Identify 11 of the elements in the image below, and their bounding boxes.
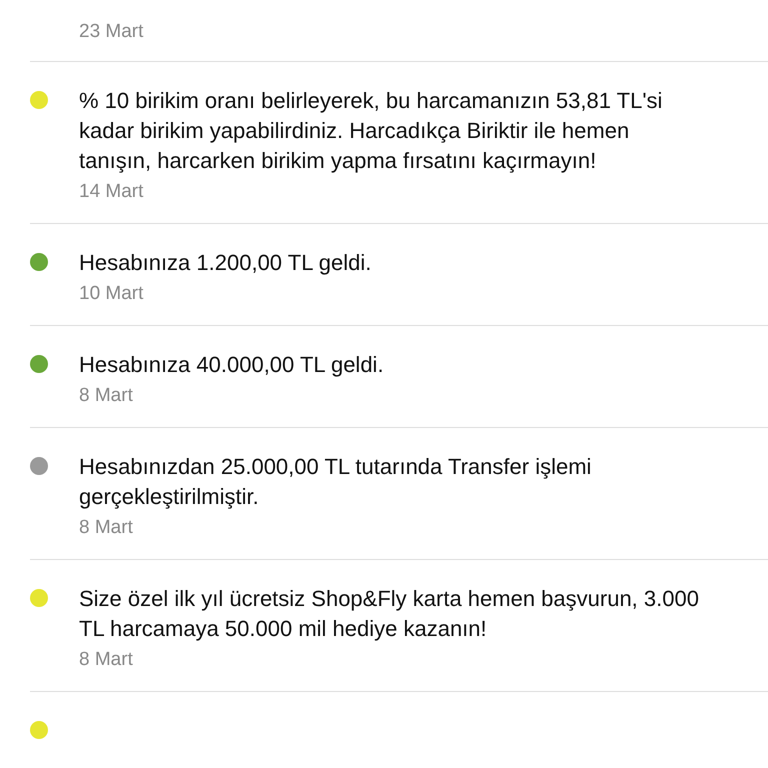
notification-message: Hesabınızdan 25.000,00 TL tutarında Transfer işlemi gerçekleştirilmiştir.	[79, 453, 592, 511]
notification-date: 8 Mart	[79, 517, 134, 539]
notification-message: Hesabınıza 40.000,00 TL geldi.	[79, 351, 385, 379]
notification-message: % 10 birikim oranı belirleyerek, bu harcamanızın 53,81 TL'si kadar birikim yapabilirdiniz. Harcadıkça Biriktir ile hemen tanışın, harcarken birikim yapma fırsatını kaçırmayın!	[79, 87, 664, 175]
notification-date: 14 Mart	[79, 181, 144, 203]
notification-date: 10 Mart	[79, 283, 144, 305]
notification-date: 8 Mart	[79, 649, 134, 671]
notification-date: 8 Mart	[79, 385, 134, 407]
notification-date: 23 Mart	[79, 21, 144, 43]
notification-message: Size özel ilk yıl ücretsiz Shop&Fly karta hemen başvurun, 3.000 TL harcamaya 50.000 mil hediye kazanın!	[79, 585, 700, 643]
notification-message: Hesabınıza 1.200,00 TL geldi.	[79, 249, 372, 277]
